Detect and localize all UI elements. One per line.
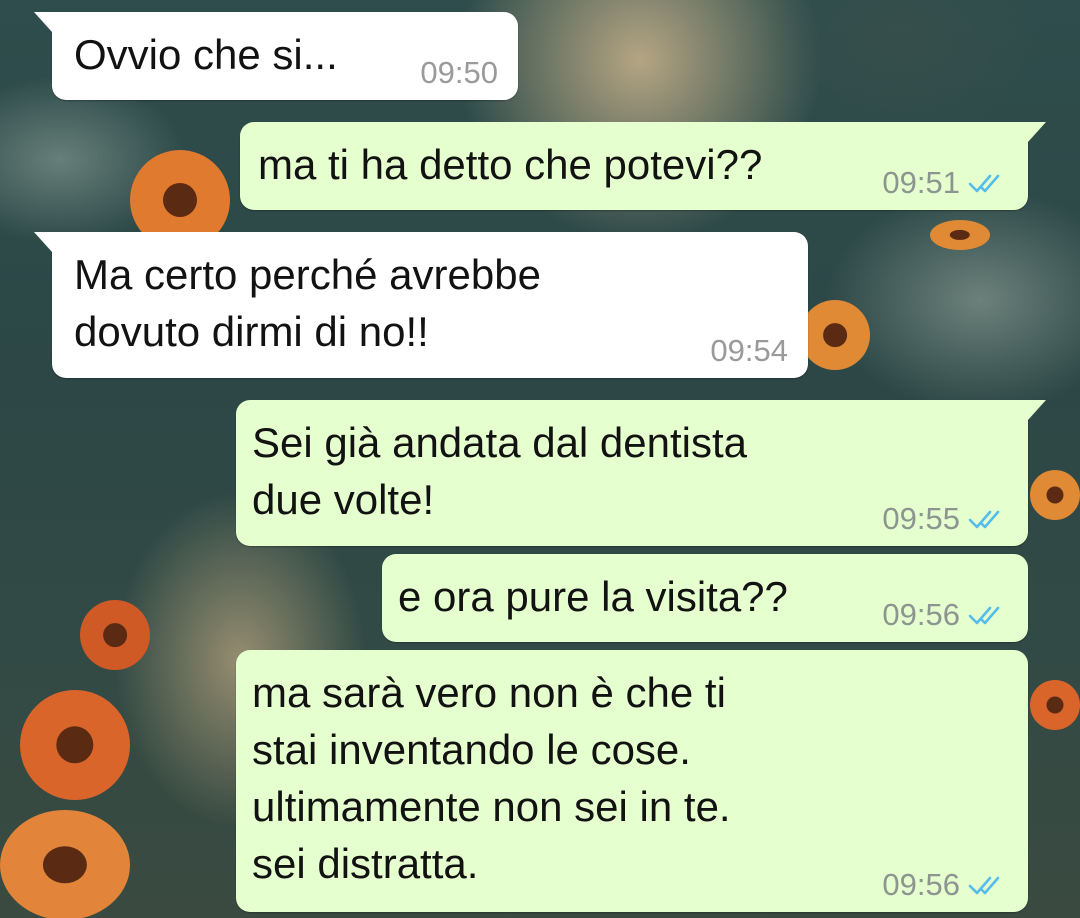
message-text: e ora pure la visita??	[398, 573, 788, 620]
message-bubble-incoming[interactable]: Ovvio che si... 09:50	[34, 12, 518, 100]
message-time: 09:50	[420, 55, 498, 90]
wallpaper-flower	[1030, 470, 1080, 520]
message-meta: 09:56	[882, 598, 1008, 632]
wallpaper-flower	[930, 220, 990, 250]
wallpaper-flower	[0, 810, 130, 918]
double-check-icon	[968, 606, 1000, 625]
message-time: 09:55	[882, 501, 960, 536]
message-time: 09:54	[710, 333, 788, 368]
message-bubble-outgoing[interactable]: ma ti ha detto che potevi?? 09:51	[240, 122, 1046, 210]
double-check-icon	[968, 876, 1000, 895]
message-bubble-outgoing[interactable]: e ora pure la visita?? 09:56	[382, 554, 1028, 642]
message-meta: 09:56	[882, 868, 1008, 902]
message-text: ma ti ha detto che potevi??	[258, 141, 763, 188]
message-bubble-outgoing[interactable]: ma sarà vero non è che ti stai inventand…	[236, 650, 1028, 912]
wallpaper-flower	[20, 690, 130, 800]
message-time: 09:56	[882, 867, 960, 902]
message-text: Sei già andata dal dentista due volte!	[252, 419, 748, 523]
wallpaper-flower	[800, 300, 870, 370]
message-bubble-incoming[interactable]: Ma certo perché avrebbe dovuto dirmi di …	[34, 232, 808, 378]
message-text: ma sarà vero non è che ti stai inventand…	[252, 669, 731, 887]
message-text: Ma certo perché avrebbe dovuto dirmi di …	[74, 251, 541, 355]
wallpaper-flower	[1030, 680, 1080, 730]
double-check-icon	[968, 174, 1000, 193]
message-time: 09:51	[882, 165, 960, 200]
message-time: 09:56	[882, 597, 960, 632]
message-meta: 09:50	[420, 56, 498, 90]
message-text: Ovvio che si...	[74, 31, 338, 78]
message-meta: 09:55	[882, 502, 1008, 536]
wallpaper-flower	[80, 600, 150, 670]
message-bubble-outgoing[interactable]: Sei già andata dal dentista due volte! 0…	[236, 400, 1046, 546]
message-meta: 09:54	[710, 334, 788, 368]
double-check-icon	[968, 510, 1000, 529]
message-meta: 09:51	[882, 166, 1008, 200]
